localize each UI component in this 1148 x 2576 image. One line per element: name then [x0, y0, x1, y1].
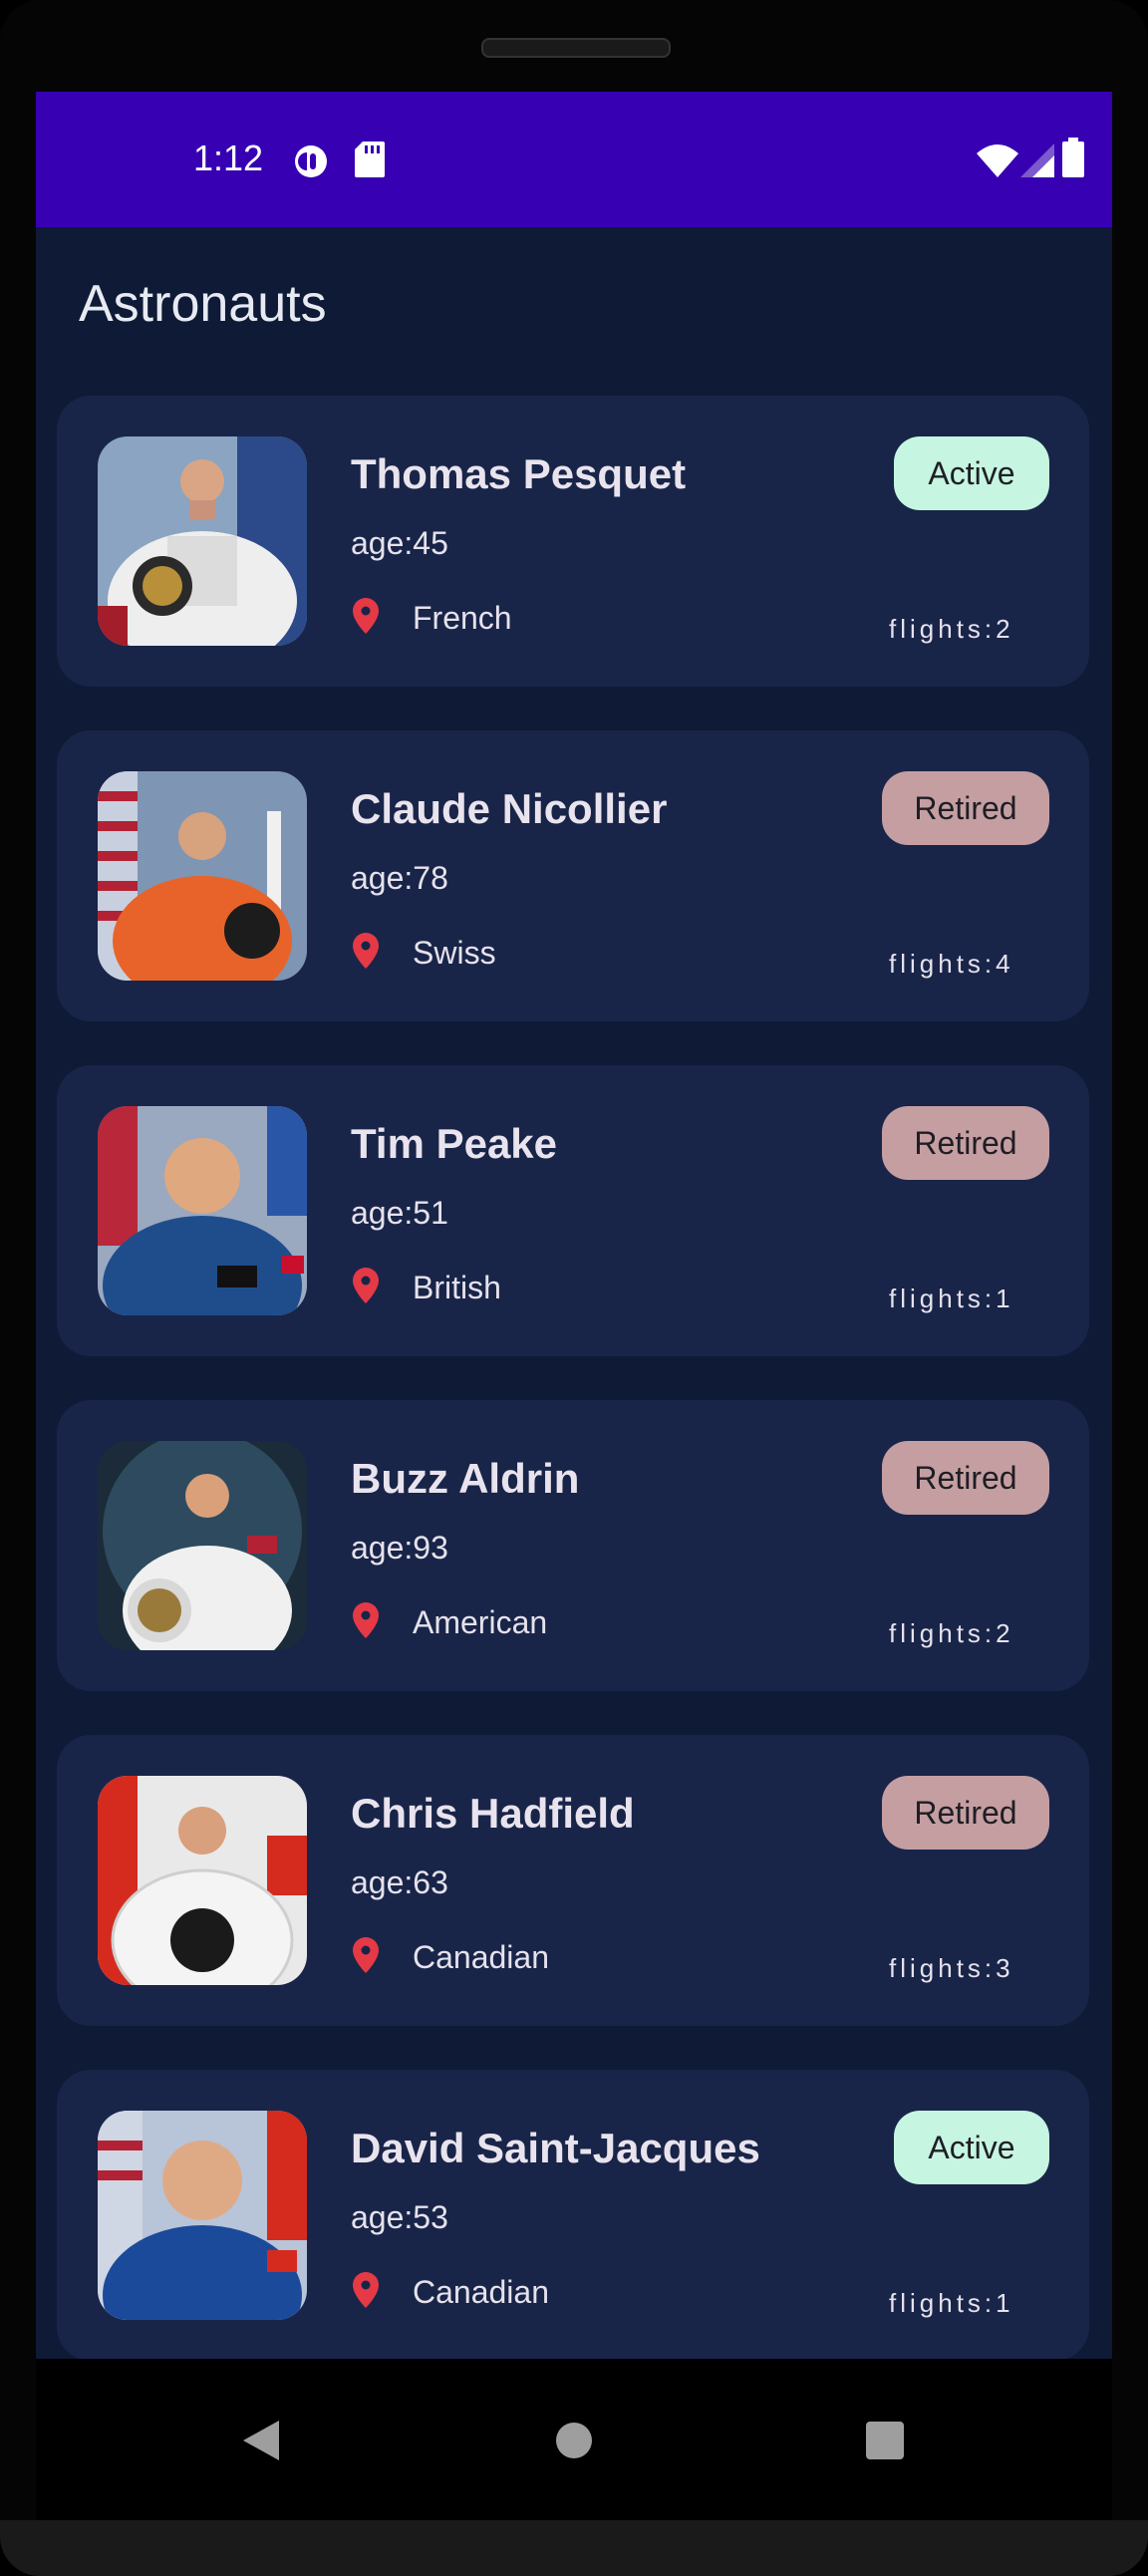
- astronaut-flights: flights:1: [889, 1284, 1014, 1313]
- astronaut-nationality: Canadian: [413, 1939, 549, 1975]
- status-badge: Retired: [882, 1106, 1049, 1180]
- astronaut-age: age:51: [351, 1195, 448, 1231]
- status-badge: Active: [894, 2111, 1049, 2184]
- astronaut-card[interactable]: Thomas Pesquet age:45 French flights:2 A…: [57, 396, 1089, 687]
- astronaut-flights: flights:1: [889, 2288, 1014, 2318]
- astronaut-nationality: French: [413, 600, 512, 636]
- wifi-icon: [977, 144, 1018, 177]
- astronaut-name: Buzz Aldrin: [351, 1455, 580, 1502]
- battery-icon: [1062, 138, 1084, 177]
- signal-icon: [1020, 143, 1054, 177]
- status-bar: 1:12: [36, 92, 1112, 227]
- status-time: 1:12: [193, 138, 264, 178]
- location-pin-icon: [353, 933, 379, 969]
- home-icon[interactable]: [554, 2421, 594, 2460]
- astronaut-photo: [98, 2111, 307, 2320]
- astronaut-name: Tim Peake: [351, 1120, 558, 1167]
- astronaut-name: Thomas Pesquet: [351, 450, 687, 497]
- astronaut-age: age:78: [351, 860, 448, 896]
- back-icon[interactable]: [241, 2419, 281, 2462]
- location-pin-icon: [353, 1937, 379, 1973]
- astronaut-flights: flights:4: [889, 949, 1014, 979]
- sd-card-icon: [355, 142, 385, 177]
- astronaut-photo: [98, 436, 307, 646]
- status-badge: Retired: [882, 1776, 1049, 1850]
- astronaut-photo: [98, 771, 307, 981]
- astronaut-card[interactable]: Buzz Aldrin age:93 American flights:2 Re…: [57, 1400, 1089, 1691]
- location-pin-icon: [353, 598, 379, 634]
- astronaut-card[interactable]: David Saint-Jacques age:53 Canadian flig…: [57, 2070, 1089, 2359]
- astronaut-card[interactable]: Chris Hadfield age:63 Canadian flights:3…: [57, 1735, 1089, 2026]
- data-saver-icon: [295, 145, 327, 177]
- navigation-bar: [36, 2359, 1112, 2520]
- astronaut-name: Chris Hadfield: [351, 1790, 635, 1837]
- astronaut-age: age:93: [351, 1530, 448, 1566]
- astronaut-flights: flights:3: [889, 1953, 1014, 1983]
- astronaut-photo: [98, 1106, 307, 1315]
- location-pin-icon: [353, 2272, 379, 2308]
- astronaut-card[interactable]: Claude Nicollier age:78 Swiss flights:4 …: [57, 730, 1089, 1021]
- screen: 1:12 Astronauts Thomas Pesquet age:45 Fr…: [36, 92, 1112, 2359]
- speaker-grille: [481, 38, 671, 58]
- astronaut-name: Claude Nicollier: [351, 785, 668, 832]
- status-badge: Retired: [882, 1441, 1049, 1515]
- astronaut-nationality: Swiss: [413, 935, 496, 971]
- astronaut-nationality: British: [413, 1270, 501, 1305]
- astronaut-age: age:63: [351, 1864, 448, 1900]
- recents-icon[interactable]: [865, 2421, 905, 2460]
- status-badge: Active: [894, 436, 1049, 510]
- astronaut-photo: [98, 1441, 307, 1650]
- astronaut-flights: flights:2: [889, 614, 1014, 644]
- page-title: Astronauts: [79, 275, 327, 333]
- astronaut-nationality: Canadian: [413, 2274, 549, 2310]
- astronaut-card[interactable]: Tim Peake age:51 British flights:1 Retir…: [57, 1065, 1089, 1356]
- status-badge: Retired: [882, 771, 1049, 845]
- bottom-bezel: [0, 2520, 1148, 2576]
- location-pin-icon: [353, 1602, 379, 1638]
- astronaut-nationality: American: [413, 1604, 548, 1640]
- astronaut-photo: [98, 1776, 307, 1985]
- astronaut-flights: flights:2: [889, 1618, 1014, 1648]
- astronaut-name: David Saint-Jacques: [351, 2125, 760, 2171]
- astronaut-age: age:53: [351, 2199, 448, 2235]
- location-pin-icon: [353, 1268, 379, 1303]
- astronaut-age: age:45: [351, 525, 448, 561]
